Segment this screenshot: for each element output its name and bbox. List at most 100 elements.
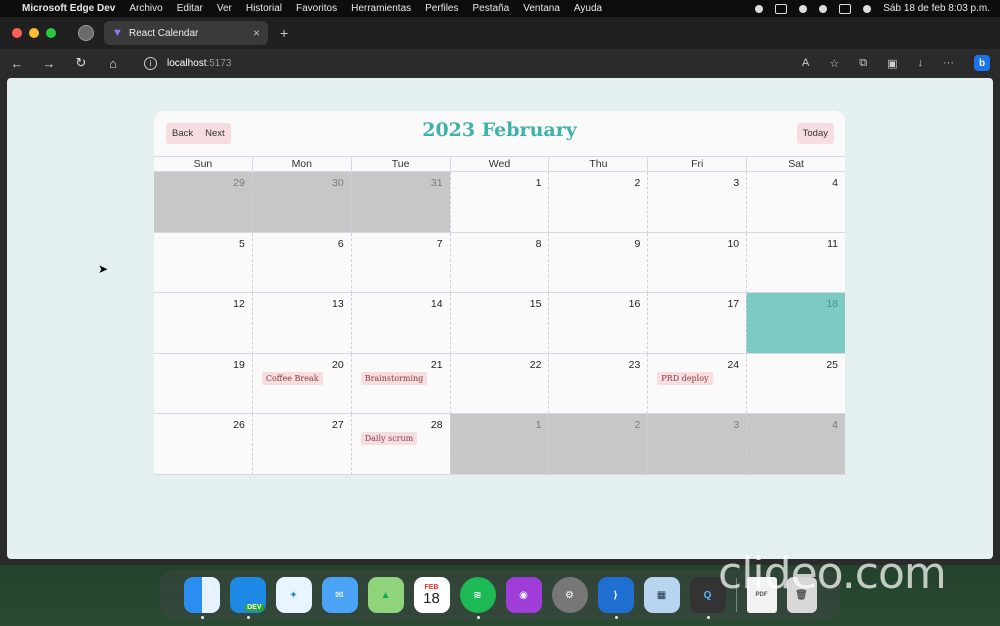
- day-cell-off-range[interactable]: 3: [647, 414, 747, 475]
- minimize-window-button[interactable]: [29, 28, 39, 38]
- day-cell[interactable]: 4: [746, 172, 846, 233]
- day-number[interactable]: 4: [832, 419, 838, 431]
- day-number[interactable]: 7: [437, 238, 443, 250]
- search-icon[interactable]: [819, 4, 828, 13]
- day-cell-off-range[interactable]: 30: [251, 172, 351, 233]
- collections-icon[interactable]: ▣: [887, 57, 897, 70]
- dock-edge-dev-icon[interactable]: DEV: [229, 577, 266, 619]
- day-number[interactable]: 15: [530, 298, 542, 310]
- day-cell[interactable]: 3: [647, 172, 747, 233]
- menu-editar[interactable]: Editar: [177, 3, 203, 14]
- day-cell[interactable]: 27: [251, 414, 351, 475]
- day-number[interactable]: 26: [233, 419, 245, 431]
- tab-close-icon[interactable]: ×: [253, 26, 260, 40]
- day-number[interactable]: 31: [431, 177, 443, 189]
- dock-spotify-icon[interactable]: ≋: [459, 577, 496, 619]
- day-number[interactable]: 14: [431, 298, 443, 310]
- app-name-menu[interactable]: Microsoft Edge Dev: [22, 3, 115, 14]
- today-button[interactable]: Today: [796, 123, 834, 144]
- record-icon[interactable]: [755, 4, 764, 13]
- read-aloud-icon[interactable]: A: [802, 57, 809, 69]
- day-cell[interactable]: 9: [548, 232, 648, 293]
- day-cell[interactable]: 22: [449, 353, 549, 414]
- day-number[interactable]: 29: [233, 177, 245, 189]
- day-number[interactable]: 12: [233, 298, 245, 310]
- day-number[interactable]: 6: [338, 238, 344, 250]
- day-number[interactable]: 20: [332, 359, 344, 371]
- day-number[interactable]: 25: [826, 359, 838, 371]
- day-number[interactable]: 3: [733, 419, 739, 431]
- home-icon[interactable]: ⌂: [106, 56, 120, 71]
- day-cell-today[interactable]: 18: [746, 293, 846, 354]
- day-cell[interactable]: 17: [647, 293, 747, 354]
- day-number[interactable]: 9: [634, 238, 640, 250]
- dock-podcasts-icon[interactable]: ◉: [505, 577, 542, 613]
- control-center-icon[interactable]: [839, 3, 852, 14]
- battery-icon[interactable]: [775, 3, 788, 14]
- day-number[interactable]: 23: [629, 359, 641, 371]
- day-number[interactable]: 30: [332, 177, 344, 189]
- day-cell[interactable]: 21 Brainstorming: [350, 353, 450, 414]
- dock-maps-icon[interactable]: ▲: [367, 577, 404, 613]
- day-number[interactable]: 21: [431, 359, 443, 371]
- day-cell[interactable]: 5: [154, 232, 252, 293]
- day-number[interactable]: 1: [536, 419, 542, 431]
- day-cell[interactable]: 25: [746, 353, 846, 414]
- day-number[interactable]: 1: [536, 177, 542, 189]
- day-cell[interactable]: 14: [350, 293, 450, 354]
- day-number[interactable]: 27: [332, 419, 344, 431]
- close-window-button[interactable]: [12, 28, 22, 38]
- favorite-star-icon[interactable]: ☆: [829, 57, 839, 70]
- day-cell[interactable]: 8: [449, 232, 549, 293]
- menu-favoritos[interactable]: Favoritos: [296, 3, 337, 14]
- more-menu-icon[interactable]: ···: [943, 57, 954, 69]
- day-number[interactable]: 28: [431, 419, 443, 431]
- menu-ver[interactable]: Ver: [217, 3, 232, 14]
- menu-perfiles[interactable]: Perfiles: [425, 3, 458, 14]
- calendar-event[interactable]: Coffee Break: [261, 371, 323, 385]
- day-number[interactable]: 2: [634, 419, 640, 431]
- day-cell-off-range[interactable]: 1: [449, 414, 549, 475]
- day-cell[interactable]: 24 PRD deploy: [647, 353, 747, 414]
- menu-pestana[interactable]: Pestaña: [473, 3, 510, 14]
- day-number[interactable]: 13: [332, 298, 344, 310]
- reload-icon[interactable]: ↻: [74, 55, 88, 71]
- day-number[interactable]: 10: [727, 238, 739, 250]
- day-number[interactable]: 18: [826, 298, 838, 310]
- menu-clock[interactable]: Sáb 18 de feb 8:03 p.m.: [883, 3, 990, 14]
- day-cell[interactable]: 2: [548, 172, 648, 233]
- menu-historial[interactable]: Historial: [246, 3, 282, 14]
- address-bar[interactable]: i localhost:5173: [144, 56, 232, 70]
- day-cell[interactable]: 11: [746, 232, 846, 293]
- day-cell-off-range[interactable]: 31: [350, 172, 450, 233]
- day-cell[interactable]: 28 Daily scrum: [350, 414, 450, 475]
- tab-react-calendar[interactable]: ▼ React Calendar ×: [104, 21, 268, 45]
- day-cell[interactable]: 12: [154, 293, 252, 354]
- dock-preview-icon[interactable]: ▦: [643, 577, 680, 613]
- menu-archivo[interactable]: Archivo: [129, 3, 162, 14]
- day-cell[interactable]: 23: [548, 353, 648, 414]
- day-number[interactable]: 3: [733, 177, 739, 189]
- dock-finder-icon[interactable]: [183, 577, 220, 619]
- zoom-window-button[interactable]: [46, 28, 56, 38]
- day-cell[interactable]: 10: [647, 232, 747, 293]
- dock-safari-icon[interactable]: ✦: [275, 577, 312, 613]
- day-cell[interactable]: 13: [251, 293, 351, 354]
- day-cell-off-range[interactable]: 29: [154, 172, 252, 233]
- day-cell[interactable]: 16: [548, 293, 648, 354]
- day-number[interactable]: 5: [239, 238, 245, 250]
- dock-mail-icon[interactable]: ✉: [321, 577, 358, 613]
- dock-calendar-icon[interactable]: FEB 18: [413, 577, 450, 613]
- day-number[interactable]: 17: [727, 298, 739, 310]
- day-cell[interactable]: 20 Coffee Break: [251, 353, 351, 414]
- day-cell[interactable]: 7: [350, 232, 450, 293]
- day-number[interactable]: 24: [727, 359, 739, 371]
- day-number[interactable]: 19: [233, 359, 245, 371]
- calendar-event[interactable]: Daily scrum: [360, 432, 418, 445]
- day-number[interactable]: 16: [629, 298, 641, 310]
- day-number[interactable]: 11: [827, 238, 838, 250]
- day-cell-off-range[interactable]: 2: [548, 414, 648, 475]
- day-number[interactable]: 22: [530, 359, 542, 371]
- day-cell[interactable]: 6: [251, 232, 351, 293]
- calendar-event[interactable]: Brainstorming: [360, 371, 428, 385]
